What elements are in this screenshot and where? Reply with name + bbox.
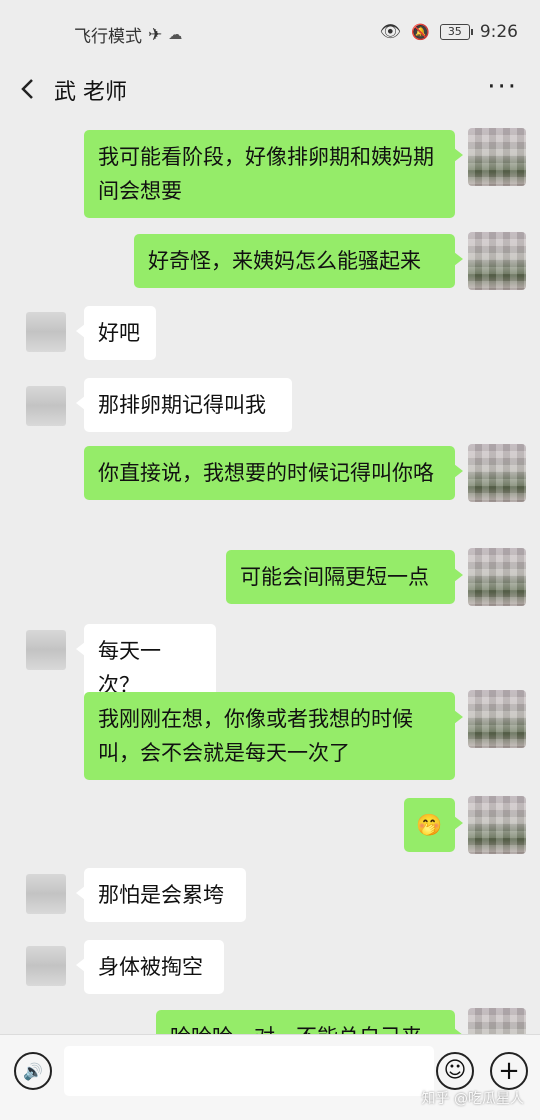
message-bubble-incoming[interactable]: 那排卵期记得叫我	[76, 378, 292, 432]
message-bubble-incoming[interactable]: 身体被掏空	[76, 940, 224, 994]
contact-avatar[interactable]	[26, 630, 66, 670]
message-text: 那怕是会累垮	[98, 883, 224, 907]
emoji-icon: ☺	[443, 1058, 467, 1083]
message-input[interactable]	[64, 1046, 434, 1096]
contact-avatar[interactable]	[26, 874, 66, 914]
my-avatar[interactable]	[468, 128, 526, 186]
contact-name: 武 老师	[54, 80, 127, 105]
back-arrow-icon	[21, 79, 33, 99]
message-bubble-outgoing[interactable]: 可能会间隔更短一点	[226, 550, 463, 604]
contact-avatar[interactable]	[26, 386, 66, 426]
status-bar: 飞行模式 ✈ ☁ 👁 🔕 35 9:26	[0, 0, 540, 64]
airplane-icon: ✈	[148, 24, 163, 45]
plus-icon: +	[498, 1056, 520, 1086]
voice-icon: 🔊	[23, 1061, 43, 1081]
message-text: 那排卵期记得叫我	[98, 393, 266, 417]
message-text: 我可能看阶段，好像排卵期和姨妈期间会想要	[98, 145, 434, 203]
message-text: 好奇怪，来姨妈怎么能骚起来	[148, 249, 421, 273]
mute-bell-icon: 🔕	[411, 23, 430, 41]
emoji-button[interactable]: ☺	[436, 1052, 474, 1090]
more-actions-button[interactable]: +	[490, 1052, 528, 1090]
message-text: 我刚刚在想，你像或者我想的时候叫，会不会就是每天一次了	[98, 707, 413, 765]
contact-avatar[interactable]	[26, 946, 66, 986]
message-text: 可能会间隔更短一点	[240, 565, 429, 589]
my-avatar[interactable]	[468, 690, 526, 748]
emoji-sticker-icon: 🤭	[416, 813, 443, 837]
message-bubble-outgoing[interactable]: 你直接说，我想要的时候记得叫你咯	[84, 446, 463, 500]
watermark: 知乎 @吃瓜星人	[421, 1091, 524, 1107]
my-avatar[interactable]	[468, 548, 526, 606]
message-text: 每天一次？	[98, 639, 161, 697]
eye-icon: 👁	[379, 22, 402, 42]
my-avatar[interactable]	[468, 796, 526, 854]
contact-avatar[interactable]	[26, 312, 66, 352]
message-text: 好吧	[98, 321, 140, 345]
message-bubble-outgoing[interactable]: 好奇怪，来姨妈怎么能骚起来	[134, 234, 463, 288]
status-left: 飞行模式 ✈ ☁	[74, 22, 183, 48]
message-bubble-incoming[interactable]: 那怕是会累垮	[76, 868, 246, 922]
cloud-icon: ☁	[168, 26, 183, 43]
battery-indicator: 35	[439, 24, 473, 40]
back-button[interactable]	[14, 74, 40, 104]
voice-input-button[interactable]: 🔊	[14, 1052, 52, 1090]
status-right: 👁 🔕 35 9:26	[380, 22, 518, 42]
my-avatar[interactable]	[468, 232, 526, 290]
message-text: 身体被掏空	[98, 955, 203, 979]
more-options-button[interactable]: ···	[487, 74, 518, 100]
message-bubble-outgoing[interactable]: 我刚刚在想，你像或者我想的时候叫，会不会就是每天一次了	[84, 692, 463, 780]
message-text: 你直接说，我想要的时候记得叫你咯	[98, 461, 434, 485]
clock: 9:26	[479, 22, 518, 42]
message-bubble-incoming[interactable]: 好吧	[76, 306, 156, 360]
message-bubble-outgoing[interactable]: 我可能看阶段，好像排卵期和姨妈期间会想要	[84, 130, 463, 218]
message-bubble-outgoing[interactable]: 🤭	[404, 798, 463, 852]
my-avatar[interactable]	[468, 444, 526, 502]
airplane-mode-text: 飞行模式	[74, 27, 142, 47]
